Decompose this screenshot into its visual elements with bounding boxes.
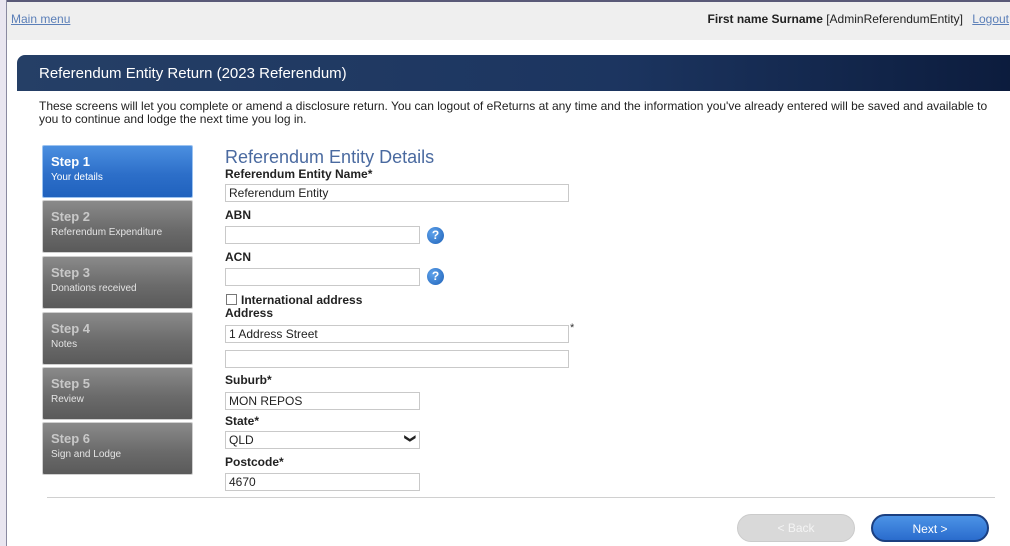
next-button[interactable]: Next > (871, 514, 989, 542)
step-3-donations-received[interactable]: Step 3 Donations received (42, 256, 193, 309)
step-number: Step 1 (51, 154, 91, 169)
step-number: Step 4 (51, 321, 91, 336)
step-5-review[interactable]: Step 5 Review (42, 367, 193, 420)
step-4-notes[interactable]: Step 4 Notes (42, 312, 193, 365)
state-selected-value: QLD (229, 433, 254, 447)
step-number: Step 2 (51, 209, 91, 224)
question-circle-icon[interactable]: ? (427, 268, 444, 285)
address-label: Address (225, 306, 274, 320)
entity-name-label: Referendum Entity Name* (225, 167, 373, 181)
back-button[interactable]: < Back (737, 514, 855, 542)
question-circle-icon[interactable]: ? (427, 227, 444, 244)
acn-label: ACN (225, 250, 251, 264)
state-select[interactable]: QLD ❯ (225, 431, 420, 449)
section-heading: Referendum Entity Details (225, 147, 435, 167)
divider (47, 497, 995, 498)
international-address-checkbox[interactable] (226, 294, 237, 305)
postcode-label: Postcode* (225, 455, 284, 469)
step-label: Donations received (51, 283, 137, 294)
step-number: Step 3 (51, 265, 91, 280)
step-label: Review (51, 394, 84, 405)
entity-name-input[interactable]: Referendum Entity (225, 184, 569, 202)
suburb-label: Suburb* (225, 373, 272, 387)
intro-text: These screens will let you complete or a… (39, 99, 988, 126)
user-role: [AdminReferendumEntity] (826, 12, 963, 26)
required-marker: * (570, 322, 575, 334)
step-label: Referendum Expenditure (51, 227, 163, 238)
abn-input[interactable] (225, 226, 420, 244)
step-1-your-details[interactable]: Step 1 Your details (42, 145, 193, 198)
suburb-input[interactable]: MON REPOS (225, 392, 420, 410)
chevron-down-icon: ❯ (403, 433, 416, 444)
state-label: State* (225, 414, 260, 428)
abn-label: ABN (225, 208, 251, 222)
address-line2-input[interactable] (225, 350, 569, 368)
step-label: Sign and Lodge (51, 449, 122, 460)
acn-input[interactable] (225, 268, 420, 286)
logout-link[interactable]: Logout (972, 12, 1009, 26)
step-2-referendum-expenditure[interactable]: Step 2 Referendum Expenditure (42, 200, 193, 253)
postcode-input[interactable]: 4670 (225, 473, 420, 491)
step-number: Step 5 (51, 376, 91, 391)
step-label: Your details (51, 172, 103, 183)
user-name: First name Surname (707, 12, 823, 26)
page-title-bar: Referendum Entity Return (2023 Referendu… (17, 55, 1010, 91)
address-line1-input[interactable]: 1 Address Street (225, 325, 569, 343)
step-number: Step 6 (51, 431, 91, 446)
step-label: Notes (51, 339, 78, 350)
international-address-label: International address (241, 293, 363, 307)
top-bar: Main menu First name Surname [AdminRefer… (7, 0, 1010, 40)
step-6-sign-and-lodge[interactable]: Step 6 Sign and Lodge (42, 422, 193, 475)
user-info: First name Surname [AdminReferendumEntit… (708, 12, 1010, 26)
page: Main menu First name Surname [AdminRefer… (6, 0, 1010, 546)
page-title: Referendum Entity Return (2023 Referendu… (39, 65, 347, 82)
main-menu-link[interactable]: Main menu (11, 12, 70, 26)
